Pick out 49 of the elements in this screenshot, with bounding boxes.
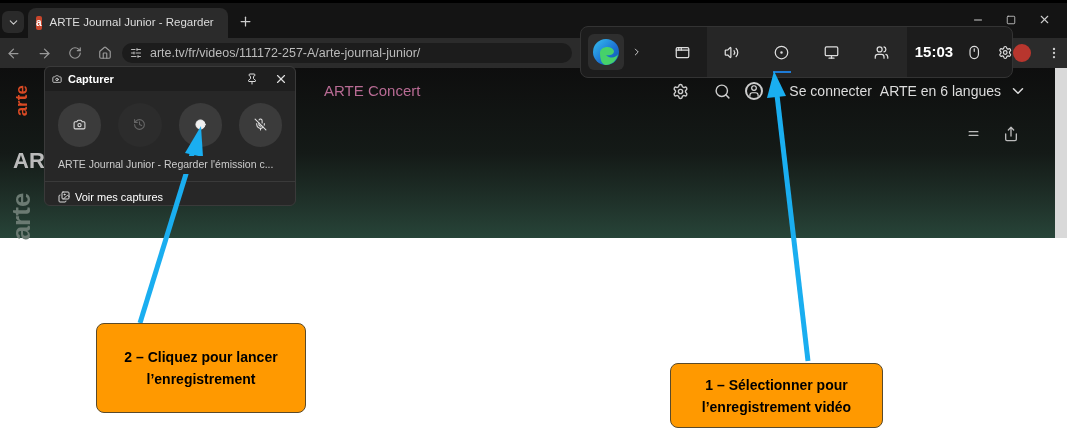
language-selector[interactable]: ARTE en 6 langues: [879, 80, 1027, 102]
forward-icon[interactable]: [37, 45, 52, 61]
browser-logo-icon: [592, 38, 621, 66]
scrollbar[interactable]: [1055, 68, 1067, 238]
record-icon: [194, 119, 206, 131]
back-icon[interactable]: [6, 45, 21, 61]
site-logo[interactable]: arte: [9, 85, 35, 117]
new-tab-icon[interactable]: [238, 14, 253, 29]
maximize-icon[interactable]: [1006, 14, 1016, 25]
capture-icon: [774, 44, 790, 60]
camera-icon: [73, 118, 87, 132]
search-icon[interactable]: [714, 82, 732, 100]
hero-title: AR: [13, 146, 45, 175]
home-icon[interactable]: [98, 46, 112, 60]
nav-link[interactable]: ARTE Concert: [324, 79, 421, 103]
settings-icon[interactable]: [997, 44, 1012, 60]
app-button[interactable]: [588, 34, 625, 70]
tab-list-button[interactable]: [2, 11, 24, 33]
windows-icon: [675, 44, 691, 60]
microphone-off-icon: [253, 118, 267, 132]
tab-favicon: a: [36, 16, 42, 30]
history-icon: [133, 118, 147, 132]
login-link[interactable]: Se connecter: [789, 80, 872, 102]
gallery-icon: [58, 190, 70, 203]
close-icon[interactable]: [1038, 13, 1051, 26]
volume-icon: [724, 44, 740, 60]
monitor-icon: [824, 44, 840, 60]
callout: 2 – Cliquez pour lancer l’enregistrement: [96, 323, 306, 413]
site-info-icon[interactable]: [130, 47, 142, 59]
pin-icon[interactable]: [246, 72, 258, 85]
callout: 1 – Sélectionner pour l’enregistrement vidéo: [670, 363, 883, 428]
address-field[interactable]: arte.tv/fr/videos/111172-257-A/arte-journal-junior/: [122, 43, 572, 63]
user-icon[interactable]: [745, 82, 764, 100]
capture-icon: [52, 73, 62, 84]
gallery-link[interactable]: Voir mes captures: [75, 188, 164, 205]
panel-title: Capturer: [68, 71, 114, 87]
reload-icon[interactable]: [68, 46, 82, 60]
clock: 15:03: [914, 41, 954, 62]
settings-icon[interactable]: [672, 82, 690, 100]
browser-tab[interactable]: a ARTE Journal Junior - Regarder: [28, 8, 228, 38]
url-text: arte.tv/fr/videos/111172-257-A/arte-journal-junior/: [150, 44, 421, 62]
selected-indicator: [772, 71, 791, 73]
widget-button[interactable]: [856, 27, 907, 77]
widget-button[interactable]: [706, 27, 757, 77]
people-icon: [874, 44, 890, 60]
mouse-icon[interactable]: [967, 44, 982, 60]
logo-watermark: arte: [5, 192, 38, 240]
share-icon[interactable]: [1003, 126, 1019, 142]
tab-title: ARTE Journal Junior - Regarder: [49, 15, 214, 31]
